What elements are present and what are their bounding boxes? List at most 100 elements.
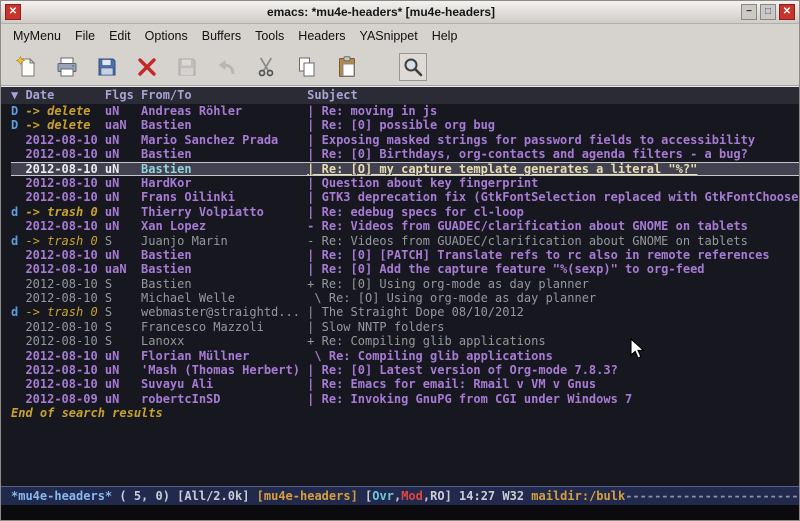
message-from: HardKor: [141, 176, 307, 190]
message-date: 2012-08-10: [25, 133, 104, 147]
message-from: Bastien: [141, 162, 307, 176]
menu-buffers[interactable]: Buffers: [200, 27, 243, 45]
menu-tools[interactable]: Tools: [253, 27, 286, 45]
message-row[interactable]: 2012-08-10uNXan Lopez- Re: Videos from G…: [11, 219, 799, 233]
message-subject: | Re: [0] Birthdays, org-contacts and ag…: [307, 147, 799, 161]
message-mark: d: [11, 205, 25, 219]
message-row[interactable]: 2012-08-10SBastien+ Re: [0] Using org-mo…: [11, 277, 799, 291]
message-date: 2012-08-10: [25, 334, 104, 348]
message-mark: [11, 291, 25, 305]
message-date: 2012-08-10: [25, 147, 104, 161]
window-close-button-right[interactable]: ✕: [779, 4, 795, 20]
message-row[interactable]: 2012-08-10uN'Mash (Thomas Herbert)| Re: …: [11, 363, 799, 377]
message-subject: - Re: Videos from GUADEC/clarification a…: [307, 219, 799, 233]
message-row[interactable]: 2012-08-10uNBastien| Re: [0] Birthdays, …: [11, 147, 799, 161]
message-from: Francesco Mazzoli: [141, 320, 307, 334]
message-row[interactable]: d-> trash 0uNThierry Volpiatto| Re: edeb…: [11, 205, 799, 219]
message-flags: uN: [105, 377, 141, 391]
message-row[interactable]: 2012-08-10uNHardKor| Question about key …: [11, 176, 799, 190]
message-row[interactable]: 2012-08-10SFrancesco Mazzoli| Slow NNTP …: [11, 320, 799, 334]
message-flags: uN: [105, 205, 141, 219]
message-mark: [11, 277, 25, 291]
message-flags: uN: [105, 363, 141, 377]
modeline-position: ( 5, 0) [All/2.0k]: [112, 489, 257, 503]
print-icon[interactable]: [53, 53, 81, 81]
message-mark: d: [11, 305, 25, 319]
menu-file[interactable]: File: [73, 27, 97, 45]
message-flags: uN: [105, 248, 141, 262]
message-date: 2012-08-10: [25, 377, 104, 391]
save-icon[interactable]: [93, 53, 121, 81]
message-row[interactable]: 2012-08-10uNBastien| Re: [O] my capture …: [11, 162, 799, 176]
window-maximize-button[interactable]: □: [760, 4, 776, 20]
message-flags: S: [105, 234, 141, 248]
window-close-button[interactable]: ✕: [5, 4, 21, 20]
message-row[interactable]: 2012-08-10uaNBastien| Re: [0] Add the ca…: [11, 262, 799, 276]
message-date: 2012-08-09: [25, 392, 104, 406]
message-row[interactable]: d-> trash 0Swebmaster@straightd...| The …: [11, 305, 799, 319]
message-subject: | GTK3 deprecation fix (GtkFontSelection…: [307, 190, 799, 204]
menu-headers[interactable]: Headers: [296, 27, 347, 45]
message-from: Lanoxx: [141, 334, 307, 348]
message-row[interactable]: 2012-08-09uNrobertcInSD| Re: Invoking Gn…: [11, 392, 799, 406]
message-from: webmaster@straightd...: [141, 305, 307, 319]
message-date: 2012-08-10: [25, 320, 104, 334]
message-row[interactable]: 2012-08-10uNFrans Oilinki| GTK3 deprecat…: [11, 190, 799, 204]
modeline-modified: Mod: [401, 489, 423, 503]
search-icon[interactable]: [399, 53, 427, 81]
copy-icon[interactable]: [293, 53, 321, 81]
message-row[interactable]: D-> deleteuaNBastien| Re: [0] possible o…: [11, 118, 799, 132]
message-row[interactable]: 2012-08-10uNMario Sanchez Prada| Exposin…: [11, 133, 799, 147]
menu-options[interactable]: Options: [143, 27, 190, 45]
message-subject: | Re: Invoking GnuPG from CGI under Wind…: [307, 392, 799, 406]
message-date: -> delete: [25, 104, 104, 118]
message-mark: [11, 377, 25, 391]
message-subject: | Re: Emacs for email: Rmail v VM v Gnus: [307, 377, 799, 391]
toolbar: [1, 48, 799, 86]
cut-icon[interactable]: [253, 53, 281, 81]
menu-edit[interactable]: Edit: [107, 27, 133, 45]
message-row[interactable]: 2012-08-10SLanoxx+ Re: Compiling glib ap…: [11, 334, 799, 348]
message-mark: [11, 262, 25, 276]
new-file-icon[interactable]: [13, 53, 41, 81]
message-subject: | The Straight Dope 08/10/2012: [307, 305, 799, 319]
window-minimize-button[interactable]: −: [741, 4, 757, 20]
message-flags: uN: [105, 392, 141, 406]
message-subject: + Re: Compiling glib applications: [307, 334, 799, 348]
sort-column-from[interactable]: From/To: [141, 87, 307, 104]
message-list: D-> deleteuNAndreas Röhler| Re: moving i…: [1, 104, 799, 406]
message-row[interactable]: D-> deleteuNAndreas Röhler| Re: moving i…: [11, 104, 799, 118]
menu-yasnippet[interactable]: YASnippet: [358, 27, 420, 45]
paste-icon[interactable]: [333, 53, 361, 81]
message-from: Frans Oilinki: [141, 190, 307, 204]
message-flags: uaN: [105, 262, 141, 276]
sort-column-subject[interactable]: Subject: [307, 87, 799, 104]
message-from: Bastien: [141, 118, 307, 132]
headers-header-line: ▼ Date Flgs From/To Subject: [1, 87, 799, 104]
message-mark: [11, 176, 25, 190]
message-row[interactable]: 2012-08-10uNSuvayu Ali| Re: Emacs for em…: [11, 377, 799, 391]
menu-mymenu[interactable]: MyMenu: [11, 27, 63, 45]
message-subject: | Re: [0] Add the capture feature "%(sex…: [307, 262, 799, 276]
message-row[interactable]: 2012-08-10uNBastien| Re: [0] [PATCH] Tra…: [11, 248, 799, 262]
window-controls: − □ ✕: [741, 4, 795, 20]
message-from: Thierry Volpiatto: [141, 205, 307, 219]
emacs-window: ✕ emacs: *mu4e-headers* [mu4e-headers] −…: [0, 0, 800, 521]
modeline-dashes: ----------------------------------------…: [625, 489, 799, 503]
close-icon[interactable]: [133, 53, 161, 81]
message-subject: | Re: edebug specs for cl-loop: [307, 205, 799, 219]
window-title: emacs: *mu4e-headers* [mu4e-headers]: [25, 5, 737, 19]
message-row[interactable]: d-> trash 0SJuanjo Marin- Re: Videos fro…: [11, 234, 799, 248]
message-flags: uN: [105, 176, 141, 190]
message-mark: [11, 363, 25, 377]
message-row[interactable]: 2012-08-10uNFlorian Müllner \ Re: Compil…: [11, 349, 799, 363]
sort-column-date[interactable]: ▼ Date: [11, 87, 105, 104]
message-flags: uN: [105, 133, 141, 147]
message-date: 2012-08-10: [25, 176, 104, 190]
sort-column-flags[interactable]: Flgs: [105, 87, 141, 104]
message-mark: d: [11, 234, 25, 248]
menu-help[interactable]: Help: [430, 27, 460, 45]
message-row[interactable]: 2012-08-10SMichael Welle \ Re: [O] Using…: [11, 291, 799, 305]
message-mark: [11, 190, 25, 204]
echo-area[interactable]: [1, 505, 799, 520]
